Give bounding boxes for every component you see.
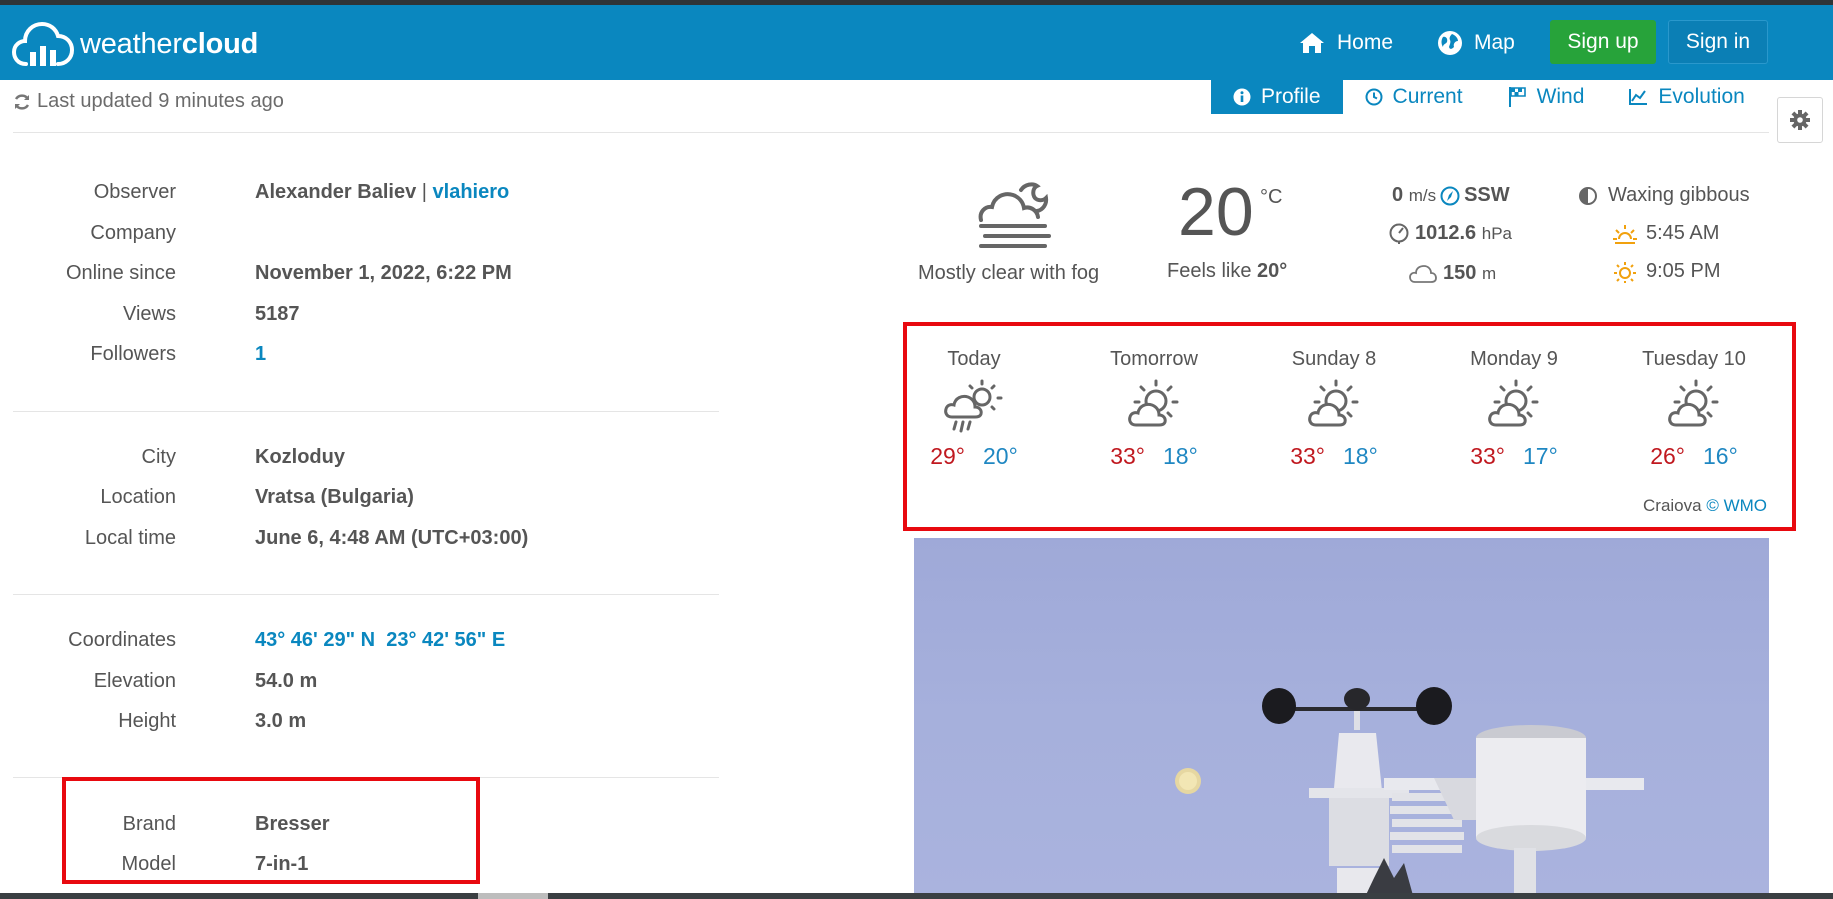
last-updated: Last updated 9 minutes ago — [13, 90, 284, 113]
views-value: 5187 — [255, 302, 300, 325]
compass-icon — [1440, 186, 1460, 205]
signin-button[interactable]: Sign in — [1668, 20, 1768, 64]
observer-name: Alexander Baliev — [255, 180, 417, 203]
location-label: Location — [100, 485, 176, 508]
divider — [13, 594, 719, 595]
flag-icon — [1508, 87, 1526, 107]
elevation-label: Elevation — [93, 669, 176, 692]
tab-current-label: Current — [1392, 85, 1463, 108]
elevation-value: 54.0 m — [255, 669, 318, 692]
wind-speed: 0 — [1392, 184, 1404, 206]
online-since-value: November 1, 2022, 6:22 PM — [255, 261, 512, 284]
nav-home[interactable]: Home — [1298, 5, 1393, 80]
site-name: weathercloud — [80, 27, 259, 60]
refresh-icon — [14, 93, 30, 110]
observer-label: Observer — [93, 180, 176, 203]
observer-separator: | — [421, 180, 427, 203]
local-time-label: Local time — [84, 526, 176, 549]
nav-map-label: Map — [1474, 30, 1515, 54]
barometer-icon — [1389, 223, 1409, 244]
moon-fog-icon — [978, 182, 1051, 248]
tab-evolution[interactable]: Evolution — [1606, 80, 1766, 114]
station-tabs: Profile Current Wind Evolution — [1211, 80, 1767, 114]
site-logo[interactable]: weathercloud — [12, 16, 258, 72]
tab-profile[interactable]: Profile — [1211, 80, 1343, 114]
cloud-base-value: 150 — [1443, 262, 1477, 284]
city-label: City — [141, 445, 176, 468]
highlight-box-brand-model — [62, 777, 480, 884]
views-label: Views — [123, 302, 176, 325]
pressure-value: 1012.6 — [1415, 222, 1477, 244]
scrollbar-thumb[interactable] — [478, 893, 548, 899]
moon-phase-value: Waxing gibbous — [1608, 184, 1750, 206]
clock-icon — [1365, 88, 1383, 106]
sunrise-stat: 5:45 AM — [1612, 222, 1719, 245]
signup-button[interactable]: Sign up — [1550, 20, 1656, 64]
sunset-stat: 9:05 PM — [1612, 260, 1720, 283]
highlight-box-forecast — [903, 322, 1796, 531]
sunset-icon — [1614, 261, 1636, 283]
divider — [13, 132, 1769, 133]
home-icon — [1300, 32, 1324, 53]
current-condition: Mostly clear with fog — [918, 262, 1100, 284]
cloud-base-unit: m — [1481, 263, 1497, 283]
divider — [13, 411, 719, 412]
height-value: 3.0 m — [255, 709, 307, 732]
followers-link[interactable]: 1 — [255, 343, 266, 366]
last-updated-text: Last updated 9 minutes ago — [37, 90, 284, 112]
feels-like: Feels like 20° — [1167, 260, 1287, 283]
pressure-unit: hPa — [1481, 223, 1512, 243]
current-weather-icon-wrap — [975, 180, 1057, 255]
tab-profile-label: Profile — [1261, 85, 1321, 108]
line-chart-icon — [1629, 89, 1648, 105]
online-since-label: Online since — [65, 261, 176, 284]
globe-icon — [1438, 30, 1462, 55]
sunset-time: 9:05 PM — [1646, 260, 1721, 282]
nav-map[interactable]: Map — [1437, 5, 1515, 80]
cloud-icon — [1409, 264, 1437, 283]
moon-phase-stat: Waxing gibbous — [1578, 184, 1750, 207]
info-icon — [1233, 88, 1251, 106]
followers-label: Followers — [90, 342, 176, 365]
height-label: Height — [118, 709, 176, 732]
gear-icon — [1790, 110, 1810, 130]
sunrise-icon — [1613, 224, 1637, 244]
feels-like-value: 20° — [1257, 260, 1288, 282]
settings-button[interactable] — [1777, 97, 1823, 143]
nav-home-label: Home — [1337, 30, 1394, 54]
tab-wind[interactable]: Wind — [1485, 80, 1607, 114]
horizontal-scrollbar[interactable] — [0, 893, 1833, 899]
tab-evolution-label: Evolution — [1658, 85, 1745, 108]
wind-unit: m/s — [1408, 185, 1437, 205]
observer-value: Alexander Baliev | vlahiero — [255, 181, 509, 204]
tab-wind-label: Wind — [1536, 85, 1585, 108]
cloud-base-stat: 150 m — [1409, 262, 1496, 285]
location-value: Vratsa (Bulgaria) — [255, 485, 414, 508]
current-temperature: 20 — [1178, 174, 1254, 250]
cloud-logo-icon — [12, 21, 74, 66]
weather-station-image — [1175, 687, 1644, 899]
sunrise-time: 5:45 AM — [1646, 222, 1720, 244]
feels-like-label: Feels like — [1167, 260, 1252, 282]
city-value: Kozloduy — [255, 445, 345, 468]
wind-stat: 0 m/s SSW — [1392, 184, 1510, 207]
navbar: weathercloud Home Map Sign up Sign in — [0, 5, 1833, 80]
temperature-unit: °C — [1260, 186, 1283, 208]
pressure-stat: 1012.6 hPa — [1388, 222, 1512, 245]
observer-username-link[interactable]: vlahiero — [433, 181, 510, 203]
coordinates-label: Coordinates — [68, 628, 176, 651]
wind-direction: SSW — [1464, 184, 1510, 206]
station-photo[interactable] — [914, 538, 1769, 899]
company-label: Company — [90, 221, 176, 244]
moon-phase-icon — [1579, 186, 1597, 205]
tab-current[interactable]: Current — [1343, 80, 1485, 114]
local-time-value: June 6, 4:48 AM (UTC+03:00) — [255, 526, 529, 549]
coordinates-link[interactable]: 43° 46' 29" N 23° 42' 56" E — [255, 629, 505, 652]
